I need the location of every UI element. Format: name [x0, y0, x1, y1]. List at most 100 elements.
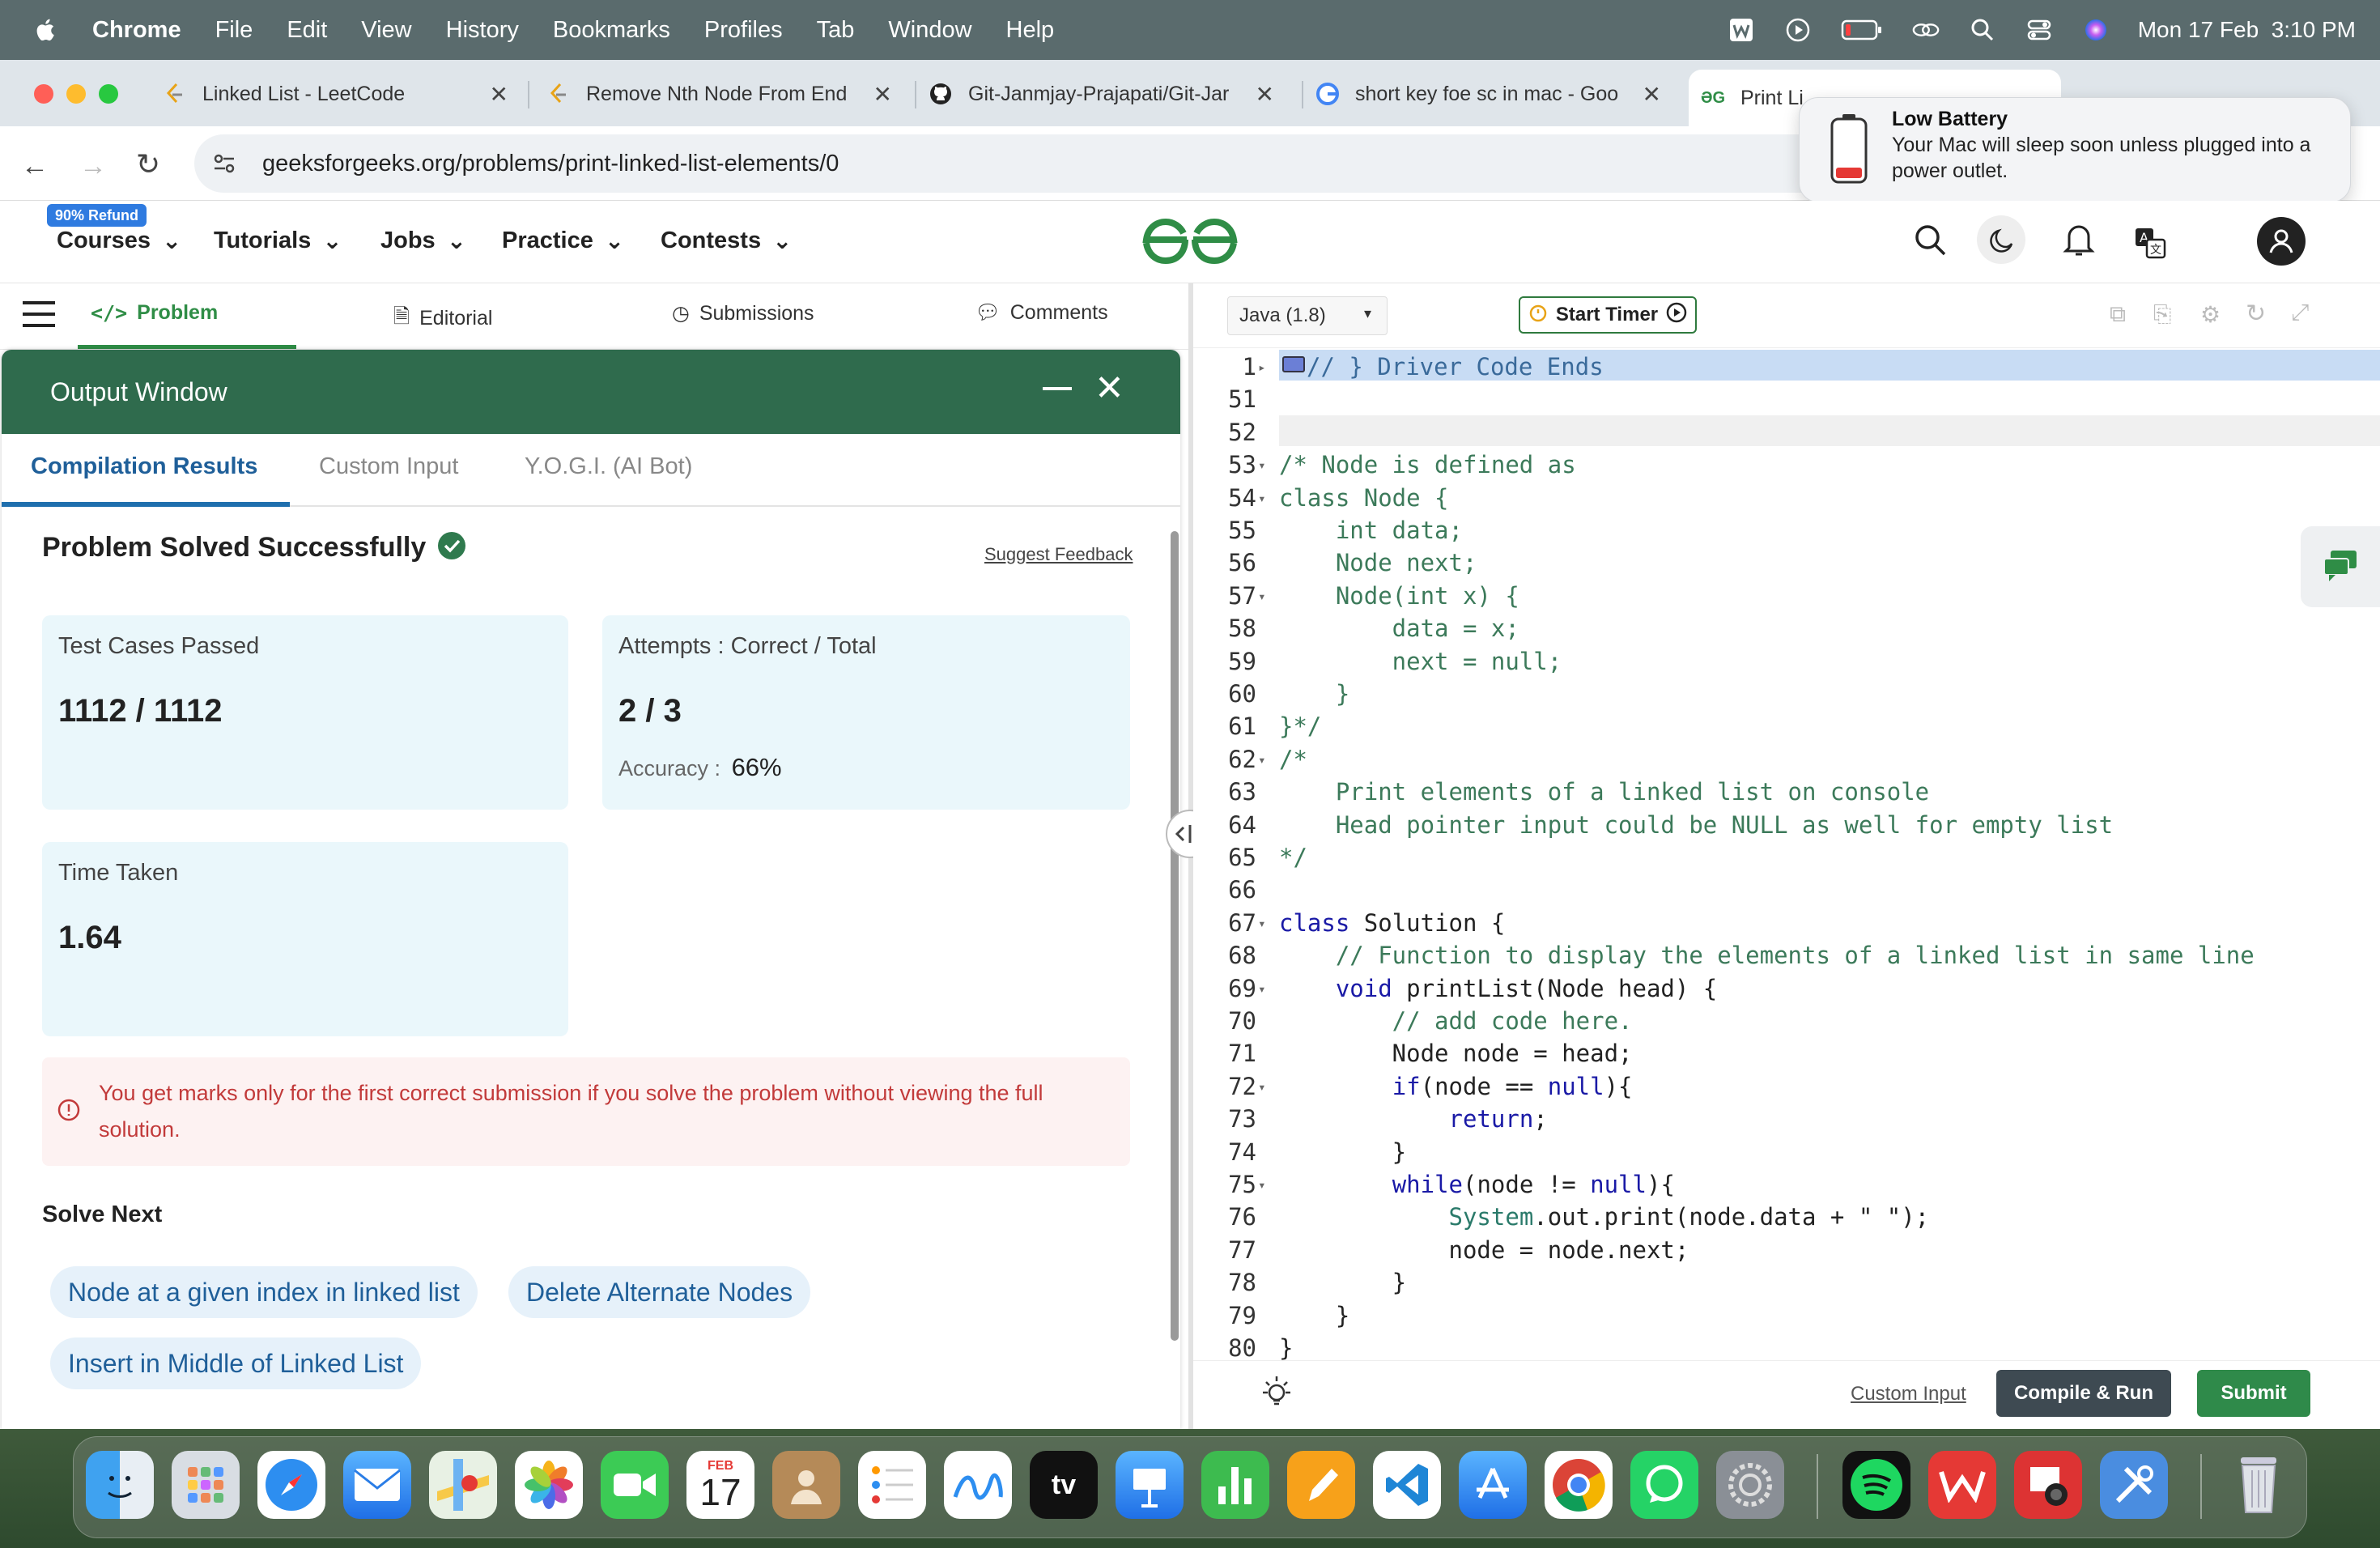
suggest-feedback-link[interactable]: Suggest Feedback: [984, 544, 1133, 565]
menu-history[interactable]: History: [446, 17, 519, 44]
contacts-icon[interactable]: [772, 1451, 840, 1519]
pages-icon[interactable]: [1287, 1451, 1355, 1519]
solve-next-chip[interactable]: Node at a given index in linked list: [50, 1266, 478, 1318]
output-scrollbar[interactable]: [1171, 531, 1179, 1341]
paste-icon[interactable]: ⎘: [2153, 301, 2171, 328]
vscode-icon[interactable]: [1373, 1451, 1441, 1519]
close-icon[interactable]: ✕: [1094, 368, 1124, 409]
reset-icon[interactable]: ↻: [2246, 300, 2266, 328]
menu-tab[interactable]: Tab: [817, 17, 855, 44]
translate-icon[interactable]: A文: [2134, 227, 2166, 263]
fold-toggle-icon[interactable]: ▾: [1258, 916, 1273, 931]
tab-compilation-results[interactable]: Compilation Results: [31, 453, 257, 480]
menubar-clock[interactable]: Mon 17 Feb 3:10 PM: [2138, 17, 2356, 43]
nav-courses[interactable]: Courses ⌄: [57, 227, 181, 255]
window-zoom-button[interactable]: [99, 84, 118, 104]
spotify-icon[interactable]: [1842, 1451, 1910, 1519]
link-icon[interactable]: [1911, 15, 1940, 45]
site-info-icon[interactable]: [210, 150, 238, 177]
minimize-icon[interactable]: [1043, 387, 1072, 390]
code-editor[interactable]: 1 ▸// } Driver Code Ends 51 52 53 ▾/* Node is…: [1193, 348, 2380, 1395]
system-settings-icon[interactable]: [1716, 1451, 1784, 1519]
copy-icon[interactable]: ⧉: [2110, 301, 2126, 328]
fold-toggle-icon[interactable]: ▾: [1258, 752, 1273, 768]
browser-tab-github[interactable]: Git-Janmjay-Prajapati/Git-Jar ✕: [929, 68, 1286, 120]
reload-icon[interactable]: ↻: [136, 147, 160, 181]
tab-yogi-ai-bot[interactable]: Y.O.G.I. (AI Bot): [525, 453, 692, 480]
submit-button[interactable]: Submit: [2197, 1370, 2310, 1417]
chrome-icon[interactable]: [1545, 1451, 1613, 1519]
tab-comments[interactable]: 💬︎ Comments: [975, 301, 1108, 325]
apple-icon[interactable]: [32, 16, 60, 44]
fold-toggle-icon[interactable]: ▸: [1258, 359, 1273, 375]
whatsapp-icon[interactable]: [1630, 1451, 1698, 1519]
hamburger-menu-icon[interactable]: [21, 298, 57, 334]
numbers-icon[interactable]: [1201, 1451, 1269, 1519]
calendar-icon[interactable]: FEB 17: [686, 1451, 754, 1519]
trash-icon[interactable]: [2225, 1451, 2293, 1519]
reminders-icon[interactable]: [858, 1451, 926, 1519]
gfg-logo-icon[interactable]: [1140, 215, 1240, 271]
battery-low-icon[interactable]: [1840, 15, 1884, 45]
fold-toggle-icon[interactable]: ▾: [1258, 491, 1273, 506]
compile-run-button[interactable]: Compile & Run: [1996, 1370, 2171, 1417]
tab-problem[interactable]: </> Problem: [91, 301, 218, 325]
tab-close-icon[interactable]: ✕: [1643, 81, 1661, 108]
nav-practice[interactable]: Practice ⌄: [502, 227, 624, 255]
chat-feedback-button[interactable]: [2301, 526, 2380, 607]
control-center-icon[interactable]: [2025, 15, 2054, 45]
fold-toggle-icon[interactable]: ▾: [1258, 981, 1273, 997]
solve-next-chip[interactable]: Insert in Middle of Linked List: [50, 1337, 422, 1389]
freeform-icon[interactable]: [944, 1451, 1012, 1519]
menu-bookmarks[interactable]: Bookmarks: [553, 17, 670, 44]
user-avatar-icon[interactable]: [2257, 217, 2306, 266]
bell-notification-icon[interactable]: [2063, 222, 2095, 262]
photo-booth-icon[interactable]: [2014, 1451, 2082, 1519]
lightbulb-icon[interactable]: [1260, 1375, 1294, 1416]
facetime-icon[interactable]: [601, 1451, 669, 1519]
folded-region-icon[interactable]: [1282, 356, 1305, 372]
tab-editorial[interactable]: 🗎 Editorial: [393, 301, 492, 336]
menu-view[interactable]: View: [361, 17, 411, 44]
fold-toggle-icon[interactable]: ▾: [1258, 457, 1273, 473]
forward-arrow-icon[interactable]: →: [79, 151, 107, 182]
custom-input-link[interactable]: Custom Input: [1851, 1383, 1966, 1406]
wps-office-icon[interactable]: [1928, 1451, 1996, 1519]
menu-app-name[interactable]: Chrome: [92, 17, 181, 44]
app-store-icon[interactable]: [1459, 1451, 1527, 1519]
finder-icon[interactable]: [86, 1451, 154, 1519]
menu-file[interactable]: File: [215, 17, 253, 44]
tab-close-icon[interactable]: ✕: [1256, 81, 1274, 108]
launchpad-icon[interactable]: [172, 1451, 240, 1519]
start-timer-button[interactable]: Start Timer: [1519, 296, 1697, 334]
menu-edit[interactable]: Edit: [287, 17, 327, 44]
nav-jobs[interactable]: Jobs ⌄: [380, 227, 466, 255]
window-close-button[interactable]: [34, 84, 53, 104]
low-battery-notification[interactable]: Low Battery Your Mac will sleep soon unl…: [1799, 97, 2351, 202]
window-minimize-button[interactable]: [66, 84, 86, 104]
solve-next-chip[interactable]: Delete Alternate Nodes: [508, 1266, 811, 1318]
play-circle-icon[interactable]: [1783, 15, 1813, 45]
language-select[interactable]: Java (1.8) ▾: [1227, 296, 1388, 335]
browser-tab-leetcode-remove-nth[interactable]: Remove Nth Node From End o ✕: [547, 68, 903, 120]
safari-icon[interactable]: [257, 1451, 325, 1519]
nav-contests[interactable]: Contests ⌄: [661, 227, 792, 255]
fold-toggle-icon[interactable]: ▾: [1258, 589, 1273, 604]
fullscreen-icon[interactable]: ⤢: [2291, 300, 2309, 326]
tab-close-icon[interactable]: ✕: [873, 81, 892, 108]
settings-gear-icon[interactable]: ⚙: [2200, 301, 2221, 328]
back-arrow-icon[interactable]: ←: [21, 151, 49, 182]
browser-tab-google-search[interactable]: short key foe sc in mac - Goo ✕: [1316, 68, 1672, 120]
apple-tv-icon[interactable]: tv: [1030, 1451, 1098, 1519]
siri-icon[interactable]: [2081, 15, 2110, 45]
dark-mode-moon-icon[interactable]: [1977, 215, 2025, 264]
spotlight-search-icon[interactable]: [1968, 15, 1997, 45]
keynote-icon[interactable]: [1116, 1451, 1184, 1519]
fold-toggle-icon[interactable]: ▾: [1258, 1177, 1273, 1193]
menu-window[interactable]: Window: [888, 17, 971, 44]
tab-custom-input[interactable]: Custom Input: [319, 453, 458, 480]
menu-profiles[interactable]: Profiles: [704, 17, 783, 44]
photos-icon[interactable]: [515, 1451, 583, 1519]
menu-help[interactable]: Help: [1006, 17, 1055, 44]
browser-tab-leetcode-linked-list[interactable]: Linked List - LeetCode ✕: [164, 68, 520, 120]
